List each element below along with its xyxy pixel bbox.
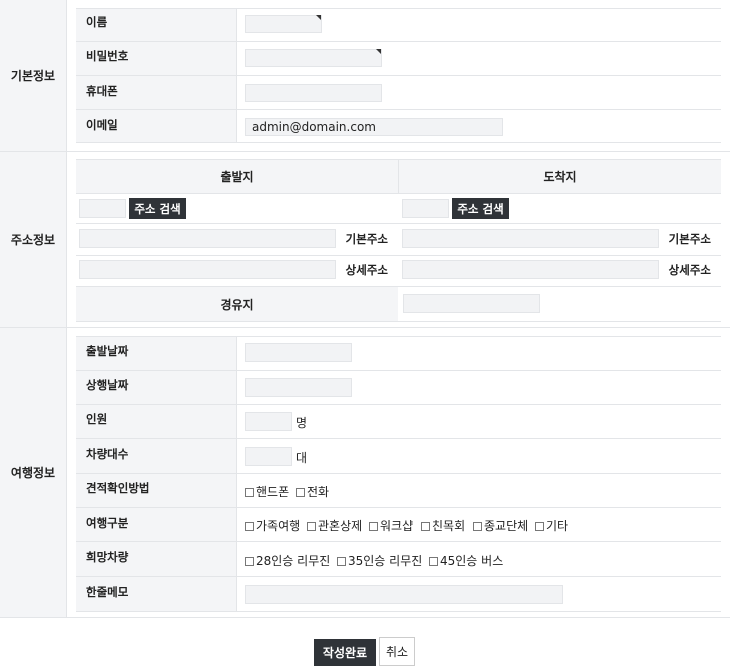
waypoint-label: 경유지 bbox=[76, 287, 398, 321]
name-label: 이름 bbox=[86, 15, 108, 29]
vehicle-option-45[interactable]: 45인승 버스 bbox=[429, 552, 503, 569]
checkbox[interactable] bbox=[535, 522, 544, 531]
phone-input[interactable] bbox=[245, 84, 382, 102]
memo-input[interactable] bbox=[245, 585, 563, 604]
departure-base-address-label: 기본주소 bbox=[345, 232, 388, 246]
section-label-address: 주소정보 bbox=[0, 151, 67, 327]
arrival-base-address-label: 기본주소 bbox=[668, 232, 711, 246]
cancel-button[interactable]: 취소 bbox=[379, 637, 415, 666]
departure-header: 출발지 bbox=[76, 159, 398, 193]
type-option-family[interactable]: 가족여행 bbox=[245, 517, 300, 534]
arrival-base-address-input[interactable] bbox=[402, 229, 659, 248]
depart-date-input[interactable] bbox=[245, 343, 352, 362]
checkbox[interactable] bbox=[307, 522, 316, 531]
name-input[interactable] bbox=[245, 15, 322, 33]
phone-label: 휴대폰 bbox=[86, 84, 118, 98]
people-label: 인원 bbox=[86, 412, 108, 426]
type-option-ceremony[interactable]: 관혼상제 bbox=[307, 517, 362, 534]
type-option-religious[interactable]: 종교단체 bbox=[473, 517, 528, 534]
type-option-social[interactable]: 친목회 bbox=[421, 517, 465, 534]
checkbox[interactable] bbox=[421, 522, 430, 531]
people-input[interactable] bbox=[245, 412, 292, 431]
section-label-travel: 여행정보 bbox=[0, 327, 67, 617]
checkbox[interactable] bbox=[473, 522, 482, 531]
depart-date-label: 출발날짜 bbox=[86, 344, 129, 358]
password-input[interactable] bbox=[245, 49, 382, 67]
vehicle-option-35[interactable]: 35인승 리무진 bbox=[337, 552, 422, 569]
departure-detail-address-input[interactable] bbox=[79, 260, 336, 279]
travel-type-label: 여행구분 bbox=[86, 516, 129, 530]
checkbox[interactable] bbox=[245, 522, 254, 531]
arrival-search-button[interactable]: 주소 검색 bbox=[452, 198, 509, 219]
arrival-zip-input[interactable] bbox=[402, 199, 449, 218]
confirm-method-label: 견적확인방법 bbox=[86, 481, 150, 495]
vehicle-option-28[interactable]: 28인승 리무진 bbox=[245, 552, 330, 569]
vehicles-label: 차량대수 bbox=[86, 447, 129, 461]
confirm-option-phone[interactable]: 핸드폰 bbox=[245, 483, 289, 500]
vehicles-unit: 대 bbox=[296, 451, 308, 465]
waypoint-input[interactable] bbox=[403, 294, 540, 313]
password-label: 비밀번호 bbox=[86, 49, 129, 63]
departure-search-button[interactable]: 주소 검색 bbox=[129, 198, 186, 219]
people-unit: 명 bbox=[296, 416, 308, 430]
required-mark-icon bbox=[316, 15, 321, 20]
return-date-label: 상행날짜 bbox=[86, 378, 129, 392]
departure-base-address-input[interactable] bbox=[79, 229, 336, 248]
arrival-header: 도착지 bbox=[399, 159, 721, 193]
email-input[interactable]: admin@domain.com bbox=[245, 118, 503, 136]
checkbox[interactable] bbox=[369, 522, 378, 531]
checkbox[interactable] bbox=[245, 557, 254, 566]
desired-vehicle-label: 희망차량 bbox=[86, 550, 129, 564]
section-label-basic: 기본정보 bbox=[0, 0, 67, 151]
checkbox[interactable] bbox=[337, 557, 346, 566]
checkbox[interactable] bbox=[245, 488, 254, 497]
required-mark-icon bbox=[376, 49, 381, 54]
type-option-workshop[interactable]: 워크샵 bbox=[369, 517, 413, 534]
type-option-other[interactable]: 기타 bbox=[535, 517, 568, 534]
submit-button[interactable]: 작성완료 bbox=[314, 639, 376, 666]
confirm-option-call[interactable]: 전화 bbox=[296, 483, 329, 500]
arrival-detail-address-label: 상세주소 bbox=[668, 263, 711, 277]
memo-label: 한줄메모 bbox=[86, 585, 129, 599]
departure-zip-input[interactable] bbox=[79, 199, 126, 218]
checkbox[interactable] bbox=[429, 557, 438, 566]
departure-detail-address-label: 상세주소 bbox=[345, 263, 388, 277]
checkbox[interactable] bbox=[296, 488, 305, 497]
email-label: 이메일 bbox=[86, 118, 118, 132]
arrival-detail-address-input[interactable] bbox=[402, 260, 659, 279]
vehicles-input[interactable] bbox=[245, 447, 292, 466]
return-date-input[interactable] bbox=[245, 378, 352, 397]
